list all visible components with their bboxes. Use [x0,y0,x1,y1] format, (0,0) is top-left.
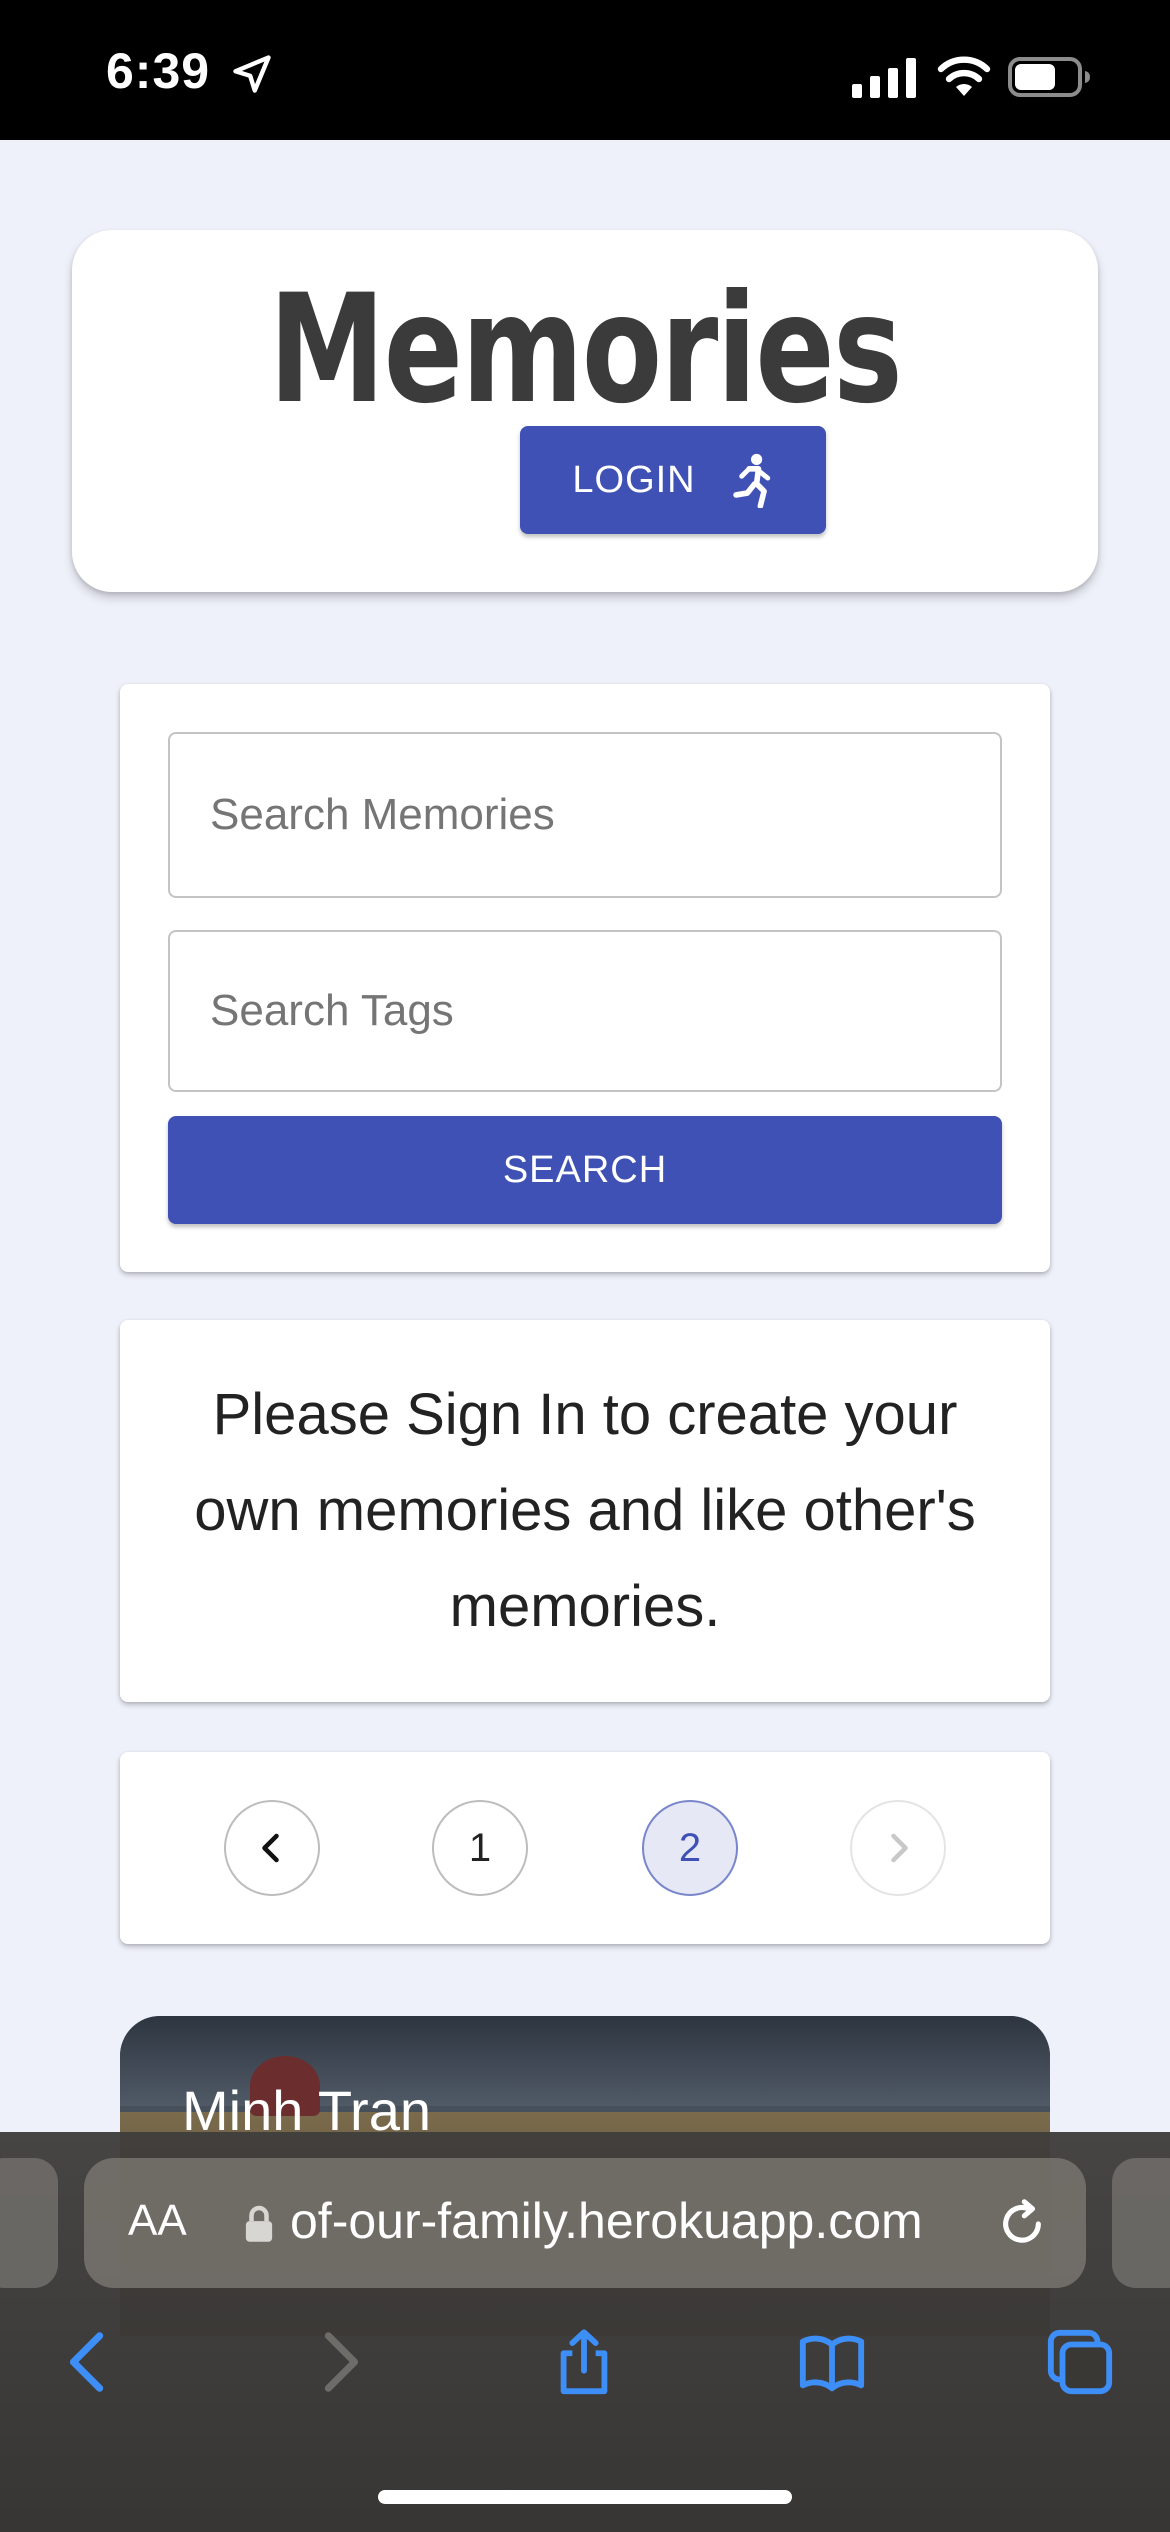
lock-icon [245,2205,273,2242]
pagination: 1 2 [120,1752,1050,1944]
browser-nav-row [0,2322,1170,2442]
cellular-signal-icon [852,58,916,98]
next-page-button[interactable] [850,1800,946,1896]
search-tags-input[interactable] [168,930,1002,1092]
next-tab-peek[interactable] [1112,2158,1170,2288]
search-panel: SEARCH [120,684,1050,1272]
back-icon [69,2332,104,2392]
page-button-2-current[interactable]: 2 [642,1800,738,1896]
address-bar[interactable]: AA of-our-family.herokuapp.com [84,2158,1086,2288]
screen: 6:39 Memories LOGIN Search Memories Sear… [0,0,1170,2532]
wifi-icon [937,56,991,96]
sign-in-message: Please Sign In to create your own memori… [194,1382,976,1639]
tabs-icon [1047,2329,1113,2395]
sign-in-notice: Please Sign In to create your own memori… [120,1320,1050,1702]
tabs-button[interactable] [1040,2322,1120,2402]
browser-toolbar: AA of-our-family.herokuapp.com [0,2132,1170,2532]
login-button[interactable]: LOGIN [520,426,826,534]
previous-tab-peek[interactable] [0,2158,58,2288]
status-time: 6:39 [106,43,211,99]
brand-title[interactable]: Memories [185,260,985,440]
reload-icon[interactable] [994,2196,1050,2252]
app-header: Memories LOGIN [72,230,1098,592]
search-button[interactable]: SEARCH [168,1116,1002,1224]
chevron-right-icon [891,1833,908,1863]
forward-button[interactable] [300,2322,380,2402]
previous-page-button[interactable] [224,1800,320,1896]
page-button-1[interactable]: 1 [432,1800,528,1896]
share-icon [560,2329,608,2395]
login-label: LOGIN [572,458,696,501]
forward-icon [324,2332,359,2392]
battery-icon [1008,57,1090,97]
status-bar: 6:39 [0,0,1170,140]
search-memories-input[interactable] [168,732,1002,898]
back-button[interactable] [48,2322,128,2402]
location-arrow-icon [233,55,271,93]
url-text: of-our-family.herokuapp.com [290,2193,923,2249]
chevron-left-icon [262,1833,279,1863]
bookmarks-button[interactable] [792,2322,872,2402]
share-button[interactable] [544,2322,624,2402]
home-indicator[interactable] [378,2490,792,2504]
running-person-icon [732,453,770,508]
text-size-button[interactable]: AA [128,2196,187,2246]
bookmarks-icon [799,2335,865,2392]
